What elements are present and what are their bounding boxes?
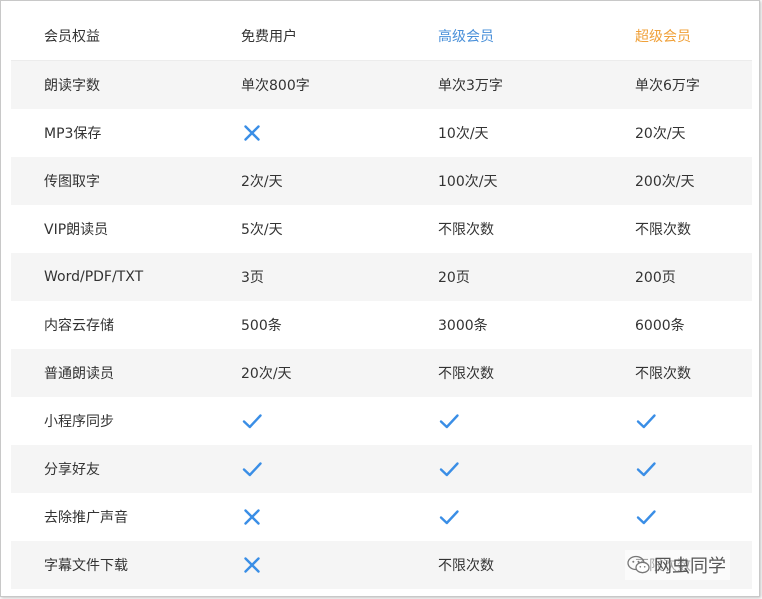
free-cell: 3页 (241, 270, 264, 286)
table-row: 传图取字 2次/天 100次/天 200次/天 (11, 157, 752, 205)
premium-cell: 20页 (438, 270, 470, 286)
benefit-cell: 内容云存储 (44, 318, 114, 334)
premium-cell: 100次/天 (438, 174, 498, 190)
cross-icon (244, 557, 260, 573)
premium-cell: 10次/天 (438, 126, 489, 142)
membership-comparison-table: 会员权益 免费用户 高级会员 超级会员 朗读字数 单次800字 单次3万字 单次6万字… (11, 11, 752, 589)
table-row: 朗读字数 单次800字 单次3万字 单次6万字 (11, 61, 752, 109)
benefit-cell: 字幕文件下载 (44, 558, 128, 574)
super-cell (602, 493, 752, 541)
watermark: 网虫同学 (625, 550, 730, 580)
free-cell: 5次/天 (241, 222, 283, 238)
header-free-user: 免费用户 (241, 28, 297, 45)
super-cell: 不限次数 (635, 222, 691, 238)
check-icon (439, 510, 459, 525)
free-cell (208, 109, 405, 157)
wechat-icon (627, 555, 650, 574)
check-icon (439, 462, 459, 477)
super-cell: 20次/天 (635, 126, 686, 142)
benefit-cell: 去除推广声音 (44, 510, 128, 526)
super-cell: 6000条 (635, 318, 685, 334)
check-icon (636, 414, 656, 429)
check-icon (242, 462, 262, 477)
check-icon (242, 414, 262, 429)
table-row: 分享好友 (11, 445, 752, 493)
table-row: 去除推广声音 (11, 493, 752, 541)
table-row: MP3保存 10次/天 20次/天 (11, 109, 752, 157)
header-benefit: 会员权益 (44, 28, 100, 45)
table-body: 朗读字数 单次800字 单次3万字 单次6万字 MP3保存 10次/天 20次/天 传图取字 2… (11, 61, 752, 589)
table-row: VIP朗读员 5次/天 不限次数 不限次数 (11, 205, 752, 253)
header-premium-member: 高级会员 (438, 28, 494, 45)
premium-cell: 单次3万字 (438, 78, 503, 94)
super-cell: 200次/天 (635, 174, 695, 190)
screenshot-frame: 会员权益 免费用户 高级会员 超级会员 朗读字数 单次800字 单次3万字 单次6万字… (0, 0, 760, 597)
free-cell (208, 541, 405, 589)
free-cell: 20次/天 (241, 366, 292, 382)
super-cell: 单次6万字 (635, 78, 700, 94)
benefit-cell: Word/PDF/TXT (44, 269, 144, 285)
table-row: Word/PDF/TXT 3页 20页 200页 (11, 253, 752, 301)
free-cell: 单次800字 (241, 78, 310, 94)
premium-cell: 不限次数 (438, 558, 494, 574)
premium-cell (405, 397, 602, 445)
table-row: 内容云存储 500条 3000条 6000条 (11, 301, 752, 349)
super-cell (602, 397, 752, 445)
free-cell (208, 493, 405, 541)
premium-cell: 3000条 (438, 318, 488, 334)
cross-icon (244, 509, 260, 525)
free-cell: 500条 (241, 318, 282, 334)
table-row: 小程序同步 (11, 397, 752, 445)
check-icon (439, 414, 459, 429)
watermark-text: 网虫同学 (654, 556, 726, 577)
free-cell (208, 397, 405, 445)
premium-cell (405, 493, 602, 541)
cross-icon (244, 125, 260, 141)
super-cell (602, 445, 752, 493)
benefit-cell: 朗读字数 (44, 78, 100, 94)
table-header-row: 会员权益 免费用户 高级会员 超级会员 (11, 11, 752, 61)
free-cell: 2次/天 (241, 174, 283, 190)
check-icon (636, 462, 656, 477)
benefit-cell: MP3保存 (44, 126, 102, 142)
super-cell: 200页 (635, 270, 676, 286)
table-row: 普通朗读员 20次/天 不限次数 不限次数 (11, 349, 752, 397)
benefit-cell: 分享好友 (44, 462, 100, 478)
free-cell (208, 445, 405, 493)
benefit-cell: 普通朗读员 (44, 366, 114, 382)
premium-cell: 不限次数 (438, 366, 494, 382)
benefit-cell: VIP朗读员 (44, 222, 109, 238)
benefit-cell: 传图取字 (44, 174, 100, 190)
super-cell: 不限次数 (635, 366, 691, 382)
premium-cell (405, 445, 602, 493)
premium-cell: 不限次数 (438, 222, 494, 238)
benefit-cell: 小程序同步 (44, 414, 114, 430)
header-super-member: 超级会员 (635, 28, 691, 45)
check-icon (636, 510, 656, 525)
